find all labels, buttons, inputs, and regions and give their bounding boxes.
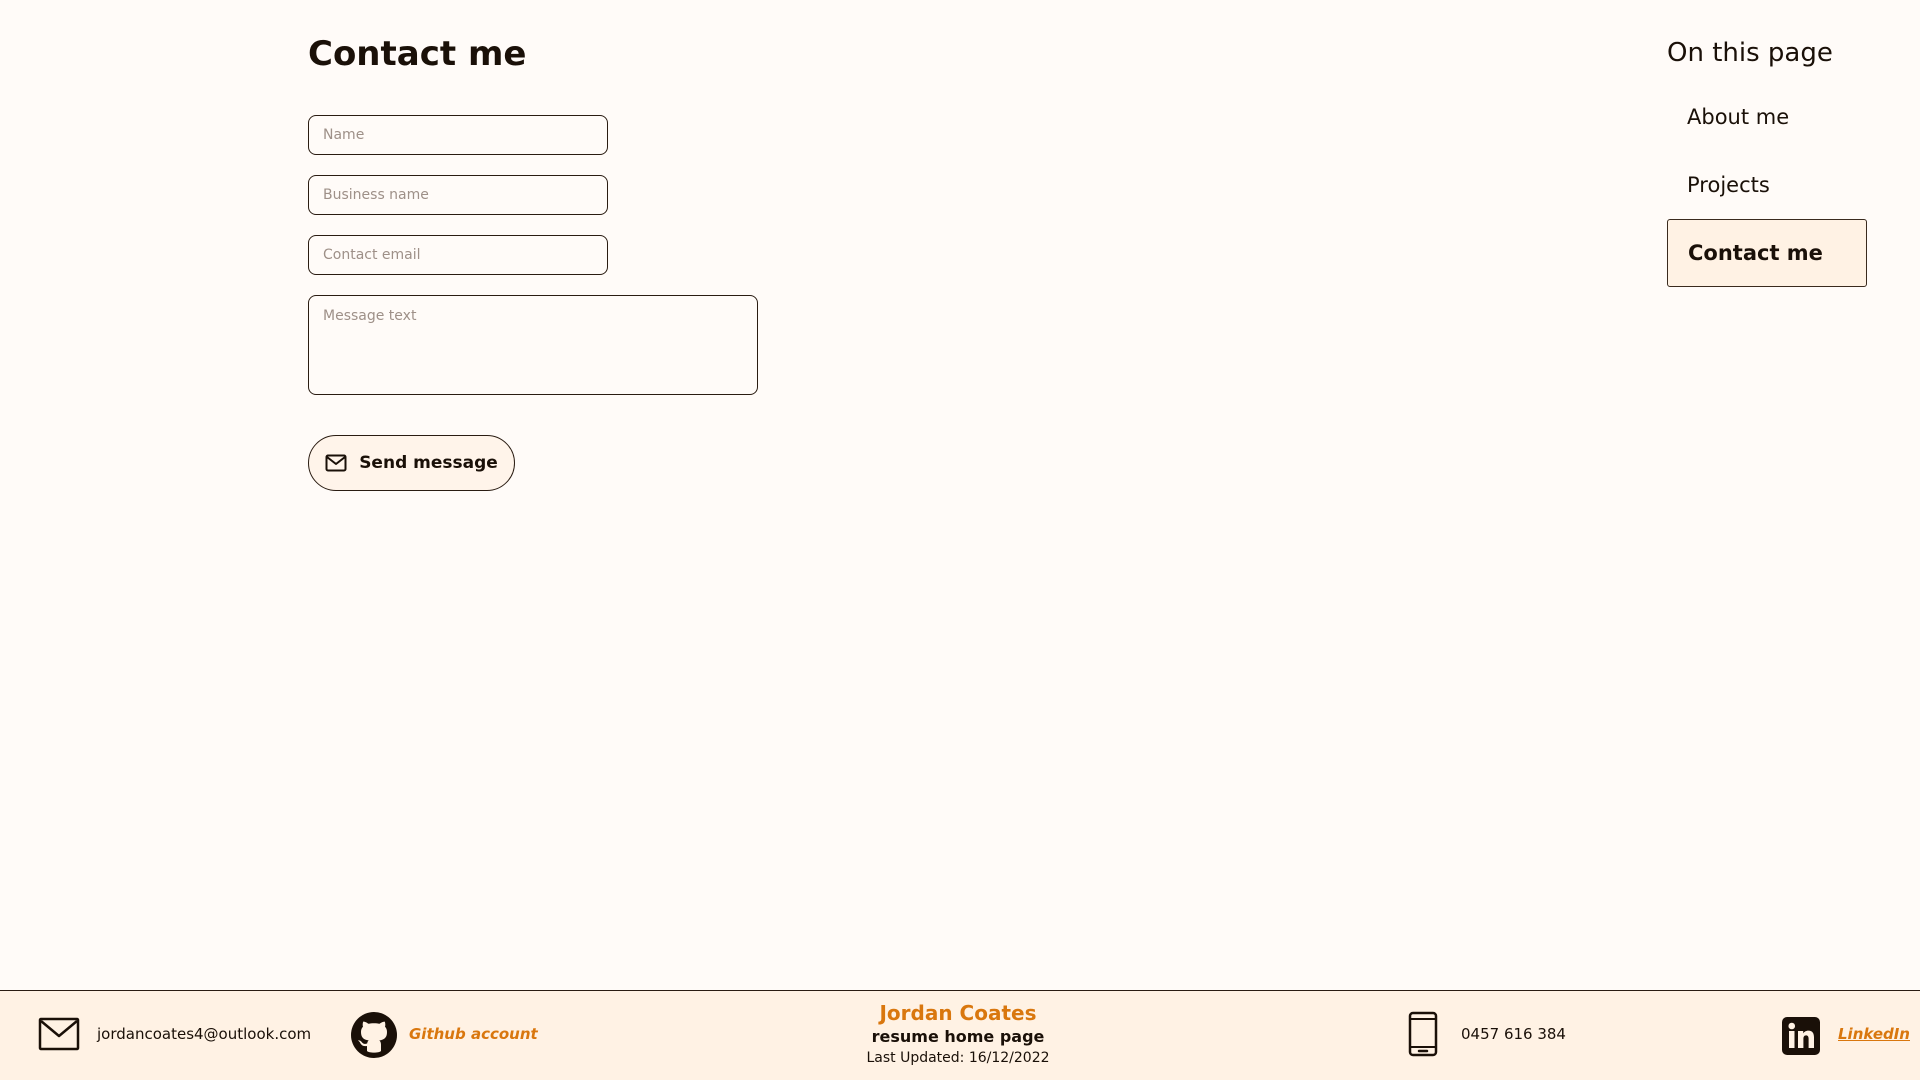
footer-identity: Jordan Coates resume home page Last Upda… [810,1000,1106,1069]
footer: jordancoates4@outlook.com Github account… [0,990,1920,1080]
toc-item-projects[interactable]: Projects [1667,151,1867,219]
github-account-link[interactable]: Github account [409,1025,538,1043]
mail-icon [325,454,347,472]
phone-icon [1408,1011,1438,1061]
toc-title: On this page [1667,38,1833,68]
contact-email-input[interactable] [308,235,608,275]
footer-phone: 0457 616 384 [1461,1025,1566,1043]
message-textarea[interactable] [308,295,758,395]
linkedin-link[interactable]: LinkedIn [1838,1025,1910,1043]
send-message-button[interactable]: Send message [308,435,515,491]
send-message-label: Send message [359,453,498,473]
page-title: Contact me [308,34,527,74]
linkedin-icon[interactable] [1782,1017,1820,1059]
footer-name: Jordan Coates [879,1001,1037,1025]
business-name-input[interactable] [308,175,608,215]
last-updated: Last Updated: 16/12/2022 [866,1050,1050,1067]
mail-icon [38,1017,80,1055]
name-input[interactable] [308,115,608,155]
toc-item-contact-me[interactable]: Contact me [1667,219,1867,287]
footer-subtitle: resume home page [871,1027,1045,1046]
github-icon[interactable] [350,1011,398,1063]
footer-email: jordancoates4@outlook.com [97,1025,312,1043]
toc-item-about-me[interactable]: About me [1667,83,1867,151]
